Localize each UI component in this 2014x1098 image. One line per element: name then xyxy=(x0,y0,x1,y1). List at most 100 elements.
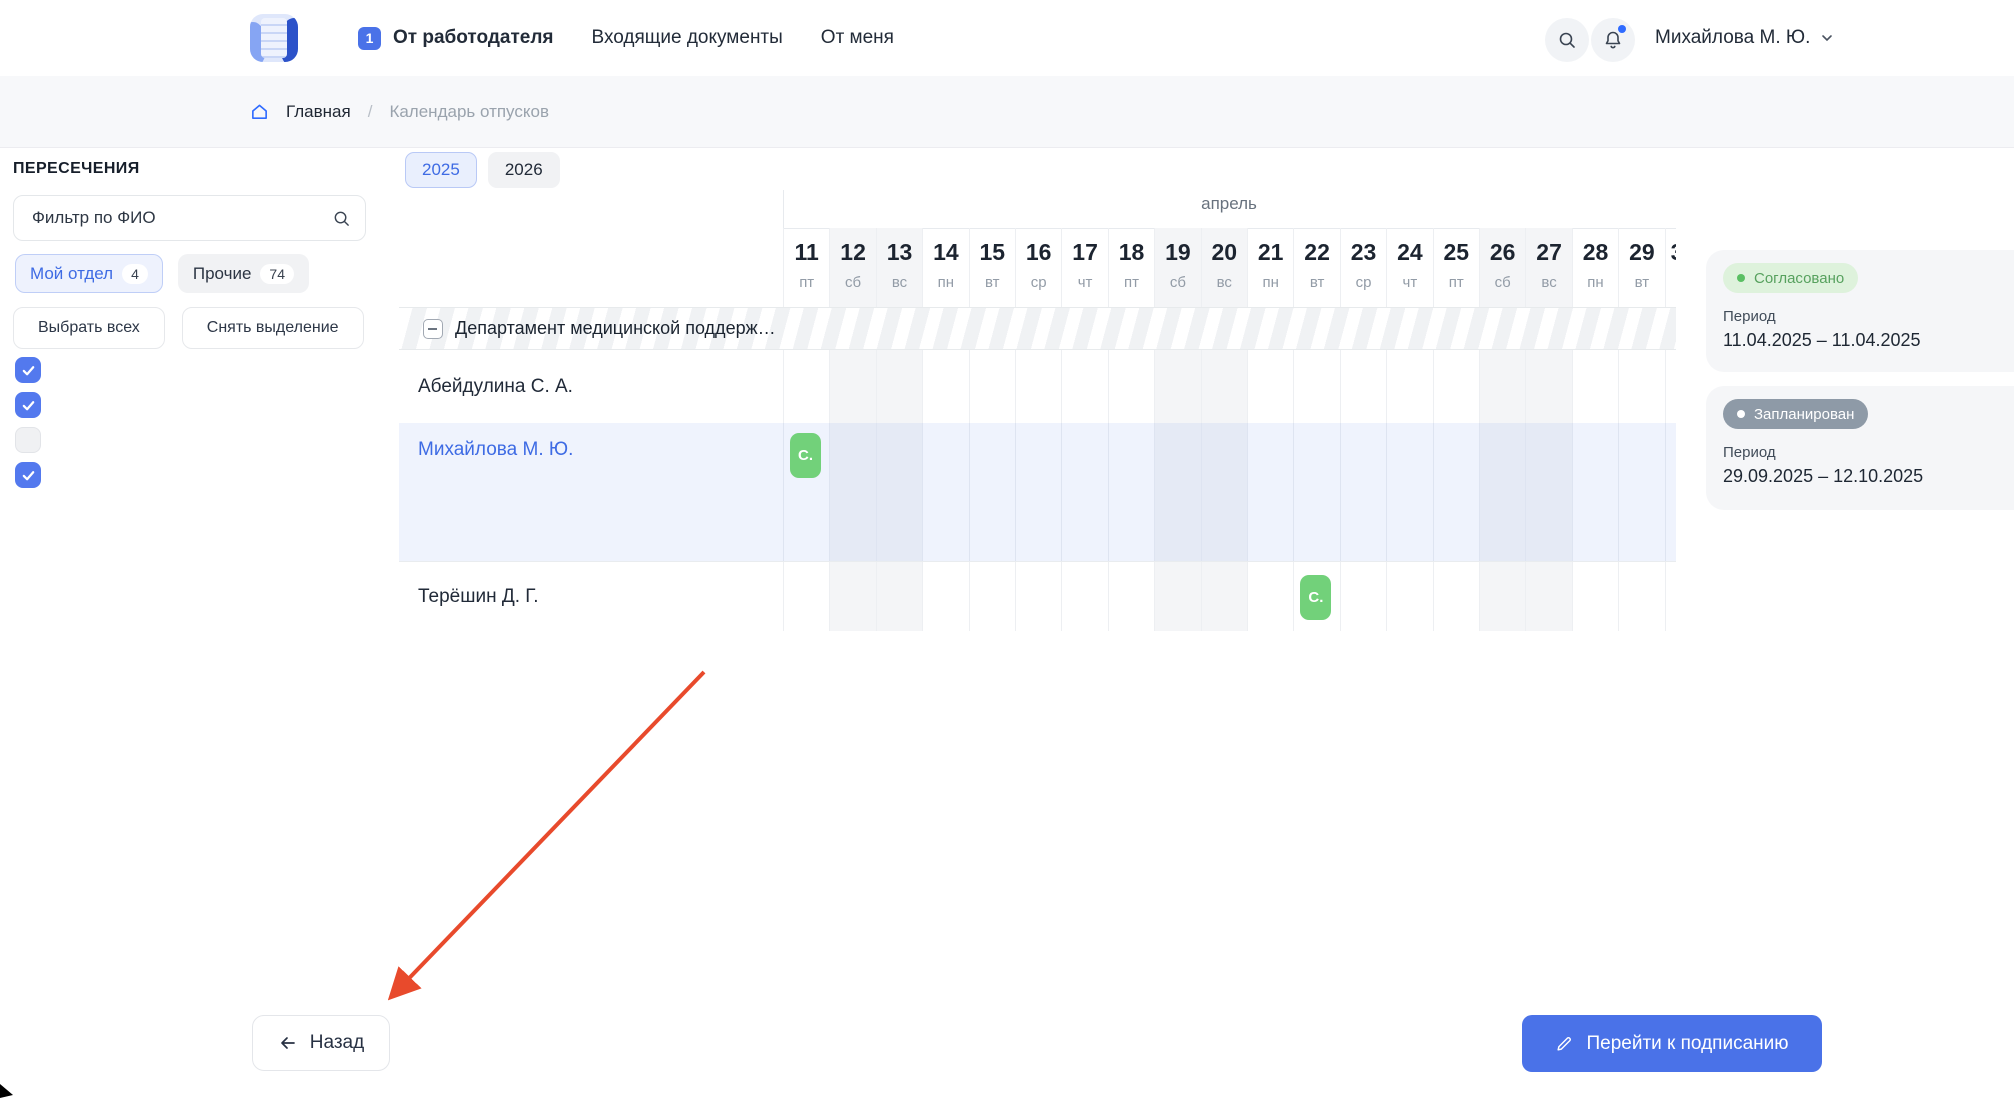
day-number: 18 xyxy=(1118,239,1145,265)
day-weekday: вт xyxy=(1309,274,1325,291)
employee-row-0[interactable]: Абейдулина С. А. xyxy=(399,351,1676,423)
status-badge: Запланирован xyxy=(1723,399,1869,429)
main-nav: 1 От работодателя Входящие документы От мен… xyxy=(358,0,894,76)
nav-tab-1[interactable]: Входящие документы xyxy=(591,27,782,49)
department-filter-pills: Мой отдел 4 Прочие 74 xyxy=(15,254,309,293)
filter-pill-label: Мой отдел xyxy=(30,263,114,283)
day-number: 12 xyxy=(840,239,866,265)
notification-dot xyxy=(1618,25,1626,33)
day-weekday: пт xyxy=(1123,274,1139,291)
annotation-red-arrow xyxy=(387,670,706,1001)
vacation-card-planned[interactable]: Запланирован Период 29.09.2025 – 12.10.202… xyxy=(1706,386,2014,510)
employee-row-1[interactable]: Михайлова М. Ю. xyxy=(399,423,1676,562)
year-tab-2025[interactable]: 2025 xyxy=(405,152,477,188)
nav-tab-2[interactable]: От меня xyxy=(821,27,894,49)
employee-name: Абейдулина С. А. xyxy=(418,376,573,397)
filter-pill-label: Прочие xyxy=(192,263,252,283)
day-number: 27 xyxy=(1536,239,1562,265)
day-number: 26 xyxy=(1489,239,1516,265)
nav-tab-0[interactable]: 1 От работодателя xyxy=(358,26,554,50)
period-value: 11.04.2025 – 11.04.2025 xyxy=(1723,330,1921,350)
app-logo[interactable] xyxy=(250,14,298,62)
day-number: 11 xyxy=(794,239,819,265)
search-button[interactable] xyxy=(1545,18,1589,62)
filter-pill-count: 4 xyxy=(122,263,148,284)
name-filter-input[interactable] xyxy=(32,196,332,240)
pencil-icon xyxy=(1557,1036,1572,1051)
day-weekday: вс xyxy=(891,274,908,291)
status-label: Согласовано xyxy=(1754,269,1845,287)
name-filter xyxy=(13,195,366,241)
breadcrumb-separator: / xyxy=(367,101,373,121)
day-number: 23 xyxy=(1350,239,1377,265)
notifications-button[interactable] xyxy=(1591,18,1635,62)
year-tabs: 2025 2026 xyxy=(405,152,560,188)
filter-pill-0[interactable]: Мой отдел 4 xyxy=(15,254,163,293)
selection-action-0[interactable]: Выбрать всех xyxy=(13,307,165,349)
topbar: 1 От работодателя Входящие документы От мен… xyxy=(0,0,2014,76)
vacation-calendar: апрель 11 пт 12 сб 13 вс 14 пн 15 вт 16 ср 17 чт 18 пт 1… xyxy=(399,186,1676,632)
selection-action-1[interactable]: Снять выделение xyxy=(181,307,364,349)
vacation-pill-approved[interactable]: С. xyxy=(790,433,821,478)
breadcrumb-bar: Главная / Календарь отпусков xyxy=(0,76,2014,148)
bell-icon xyxy=(1605,31,1621,49)
vacation-pill-approved[interactable]: С. xyxy=(1300,575,1332,620)
nav-tab-label: От меня xyxy=(820,27,894,48)
search-icon xyxy=(1559,32,1575,48)
arrow-left-icon xyxy=(280,1037,295,1049)
home-icon[interactable] xyxy=(250,102,269,121)
day-weekday: сб xyxy=(1494,274,1511,291)
status-label: Запланирован xyxy=(1754,405,1855,423)
day-number: 20 xyxy=(1211,239,1238,265)
day-number: 16 xyxy=(1025,239,1052,265)
day-number: 30 xyxy=(1666,239,1676,266)
nav-tab-label: Входящие документы xyxy=(591,27,783,48)
day-weekday: вт xyxy=(985,274,1000,291)
month-label: апрель xyxy=(1201,194,1257,213)
grid-divider xyxy=(783,190,784,228)
day-number: 17 xyxy=(1072,239,1098,265)
period-label: Период xyxy=(1723,444,1776,461)
cursor-artifact xyxy=(0,1084,13,1098)
employee-name: Терёшин Д. Г. xyxy=(418,585,539,607)
employee-checkbox-2[interactable] xyxy=(15,427,41,453)
employee-row-2[interactable]: Терёшин Д. Г. xyxy=(399,562,1676,631)
day-number: 29 xyxy=(1629,239,1655,265)
nav-badge-count: 1 xyxy=(358,26,381,50)
logo-document-icon xyxy=(261,18,287,58)
day-number: 22 xyxy=(1304,239,1330,265)
user-menu[interactable]: Михайлова М. Ю. xyxy=(1655,0,1834,76)
day-weekday: пн xyxy=(937,274,955,291)
check-icon xyxy=(22,470,34,480)
status-badge: Согласовано xyxy=(1723,263,1859,293)
day-number: 25 xyxy=(1443,239,1470,265)
day-number: 13 xyxy=(886,239,913,265)
day-number: 15 xyxy=(979,239,1006,265)
back-button[interactable]: Назад xyxy=(252,1015,390,1071)
breadcrumb-item-home[interactable]: Главная xyxy=(286,102,351,122)
department-row: Департамент медицинской поддерж… xyxy=(399,307,1676,350)
sidebar-title: ПЕРЕСЕЧЕНИЯ xyxy=(13,160,140,177)
employee-checkbox-3[interactable] xyxy=(15,462,41,488)
check-icon xyxy=(22,400,34,410)
employee-checkbox-list xyxy=(15,357,41,488)
employee-name: Михайлова М. Ю. xyxy=(418,439,574,460)
day-weekday: чт xyxy=(1077,274,1093,291)
breadcrumb-item-current: Календарь отпусков xyxy=(389,101,549,121)
collapse-icon[interactable] xyxy=(423,319,443,339)
year-tab-2026[interactable]: 2026 xyxy=(487,152,560,188)
user-name: Михайлова М. Ю. xyxy=(1655,27,1811,48)
employee-checkbox-0[interactable] xyxy=(15,357,41,383)
day-number: 21 xyxy=(1257,239,1284,265)
filter-pill-count: 74 xyxy=(260,263,294,284)
go-to-signing-label: Перейти к подписанию xyxy=(1586,1032,1789,1054)
filter-pill-1[interactable]: Прочие 74 xyxy=(177,254,309,293)
go-to-signing-button[interactable]: Перейти к подписанию xyxy=(1522,1015,1822,1072)
day-weekday: вт xyxy=(1634,274,1650,291)
day-weekday: сб xyxy=(1169,274,1186,291)
vacation-card-approved[interactable]: Согласовано Период 11.04.2025 – 11.04.2025 xyxy=(1706,250,2014,372)
status-dot xyxy=(1737,274,1745,282)
nav-tab-label: От работодателя xyxy=(393,27,554,48)
day-number: 28 xyxy=(1582,239,1609,265)
employee-checkbox-1[interactable] xyxy=(15,392,41,418)
